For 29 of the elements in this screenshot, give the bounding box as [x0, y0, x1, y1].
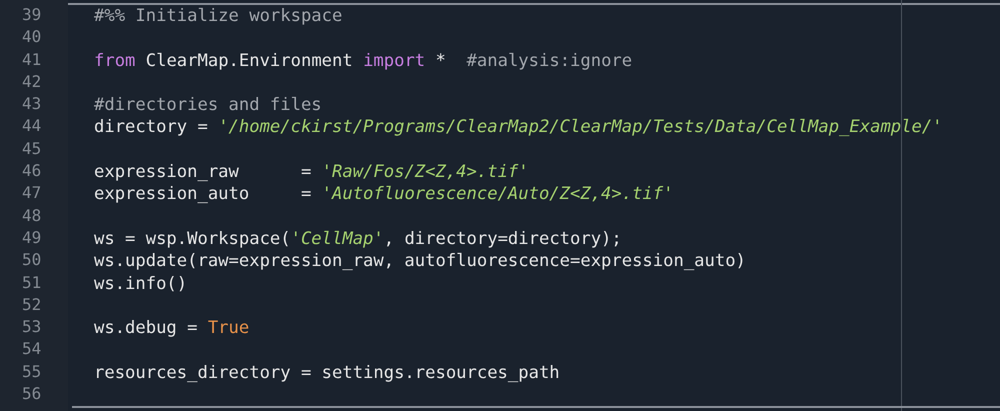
code-line: from ClearMap.Environment import * #analysis:ignore [93, 50, 632, 72]
line-number: 43 [21, 93, 42, 116]
code-line: expression_raw = 'Raw/Fos/Z<Z,4>.tif' [93, 161, 529, 184]
code-line: ws.info() [93, 272, 188, 295]
line-number: 40 [21, 26, 42, 48]
line-number: 41 [21, 48, 42, 71]
line-number: 54 [21, 338, 42, 360]
line-number: 52 [21, 294, 42, 316]
line-number: 45 [21, 138, 42, 160]
line-number: 55 [21, 360, 42, 383]
code-line: resources_directory = settings.resources_path [93, 362, 560, 384]
code-line: directory = '/home/ckirst/Programs/ClearMap2/ClearMap/Tests/Data/CellMap_Example/' [93, 116, 943, 139]
line-number: 46 [21, 160, 42, 182]
line-number: 47 [21, 182, 42, 204]
code-line: ws = wsp.Workspace('CellMap', directory=directory); [93, 228, 622, 250]
line-number: 44 [21, 115, 42, 138]
line-number: 48 [21, 204, 42, 227]
line-number: 39 [21, 4, 42, 26]
code-line: #%% Initialize workspace [93, 5, 342, 28]
code-line: expression_auto = 'Autofluorescence/Auto/Z<Z,4>.tif' [93, 183, 674, 206]
line-number: 56 [21, 383, 42, 406]
code-line: ws.debug = True [93, 317, 250, 340]
line-number: 42 [21, 70, 42, 93]
line-number: 49 [21, 226, 42, 249]
line-number: 50 [21, 249, 42, 272]
code-line: ws.update(raw=expression_raw, autofluorescence=expression_auto) [93, 250, 746, 273]
code-line: #directories and files [93, 94, 322, 116]
line-number: 51 [21, 272, 42, 294]
line-number: 53 [21, 316, 42, 338]
